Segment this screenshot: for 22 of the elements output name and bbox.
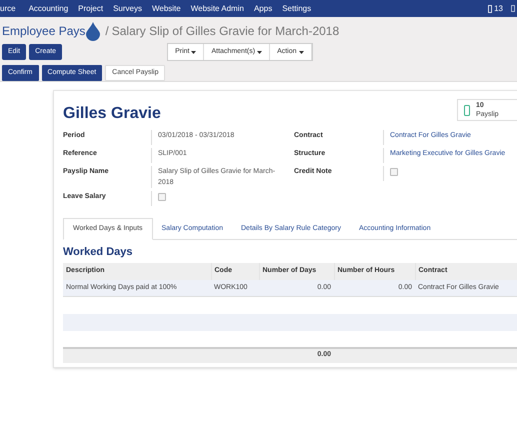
drop-icon bbox=[86, 22, 100, 40]
section-title: Worked Days bbox=[63, 245, 134, 260]
caret-icon bbox=[298, 50, 304, 54]
menu-item[interactable]: Project bbox=[73, 2, 108, 14]
menu-item[interactable]: Accounting bbox=[24, 2, 74, 14]
mobile-icon bbox=[464, 104, 470, 116]
breadcrumb-current: Salary Slip of Gilles Gravie for March-2018 bbox=[112, 23, 340, 40]
checkbox[interactable] bbox=[158, 193, 166, 201]
checkbox[interactable] bbox=[390, 168, 398, 176]
employee-name: Gilles Gravie bbox=[63, 104, 161, 124]
caret-icon bbox=[191, 50, 196, 54]
menu-item[interactable]: Apps bbox=[248, 2, 278, 14]
menu-item[interactable]: Website bbox=[146, 2, 186, 14]
menu-item[interactable]: Surveys bbox=[108, 2, 147, 14]
caret-icon bbox=[257, 50, 262, 54]
menu-item[interactable]: Website Admin bbox=[186, 2, 249, 14]
notification-count: 13 bbox=[494, 2, 503, 14]
menu-item[interactable]: urce bbox=[0, 2, 24, 14]
breadcrumb-separator: / bbox=[105, 23, 109, 40]
menu-item[interactable]: Settings bbox=[277, 2, 316, 14]
phone-icon[interactable] bbox=[488, 4, 492, 12]
breadcrumb-link[interactable]: Employee Pays bbox=[2, 22, 86, 40]
